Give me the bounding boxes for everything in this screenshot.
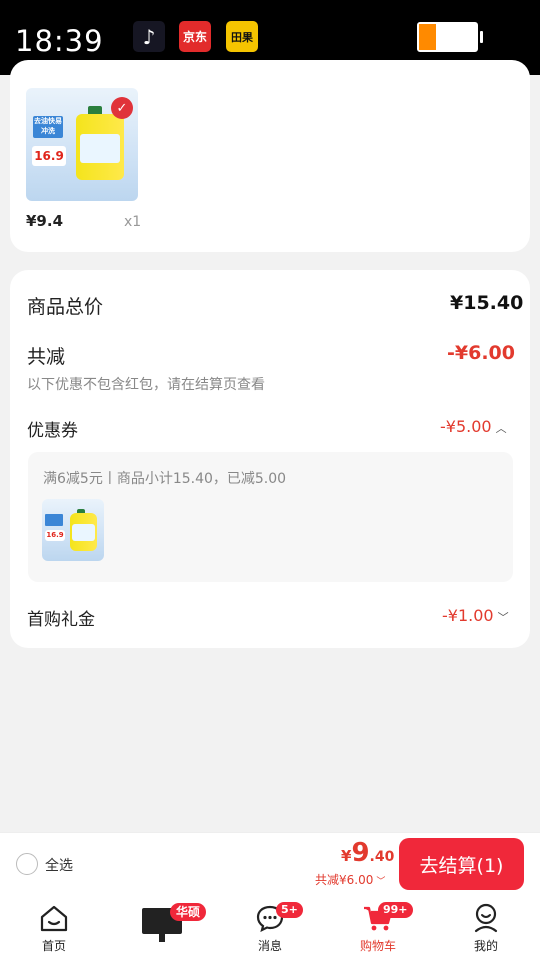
discount-label: 共减 [27,346,66,368]
status-time: 18:39 [15,24,104,58]
battery-level [419,24,437,50]
coupon-product-image: 16.9 [42,499,104,561]
jd-icon: 京东 [179,21,211,52]
product-image-tag: 去油快易冲洗 [33,116,63,138]
discount-note: 以下优惠不包含红包，请在结算页查看 [27,377,265,393]
selected-check-icon[interactable]: ✓ [111,97,133,119]
item-quantity: x1 [124,214,142,230]
currency-symbol: ¥ [341,847,352,865]
chevron-up-icon: ︿ [495,422,507,435]
tab-home-label: 首页 [41,939,66,953]
tab-cart-label: 购物车 [359,939,396,953]
user-icon [471,901,501,935]
discount-value: -¥6.00 [447,342,515,364]
coupon-value: -¥5.00 [440,417,492,436]
select-all-label[interactable]: 全选 [45,855,73,875]
checkout-discount: 共减¥6.00 [315,873,374,887]
select-all-checkbox[interactable] [16,853,38,875]
total-label: 商品总价 [27,296,104,318]
promo-badge: 华硕 [170,903,207,921]
product-image-price: 16.9 [32,146,66,166]
jd-icon-label: 京东 [182,30,207,44]
tiktok-icon: ♪ [133,21,165,52]
first-purchase-label: 首购礼金 [27,610,95,630]
first-purchase-toggle[interactable]: -¥1.00 ﹀ [442,606,509,625]
checkout-total-price: ¥9.40 [341,838,394,868]
chevron-down-icon: ﹀ [376,877,386,887]
messages-badge: 5+ [276,902,303,918]
meituan-icon: 田果 [226,21,258,52]
cart-badge: 99+ [378,902,413,918]
total-value: ¥15.40 [450,292,524,314]
tab-me-label: 我的 [473,939,498,953]
checkout-button[interactable]: 去结算(1) [399,838,524,890]
coupon-label: 优惠券 [27,421,78,441]
price-decimal: .40 [369,849,395,865]
price-integer: 9 [351,838,370,868]
coupon-detail-text: 满6减5元丨商品小计15.40，已减5.00 [43,471,287,487]
tab-messages-label: 消息 [257,939,282,953]
home-icon [39,901,69,935]
tab-home[interactable]: 首页 [14,901,94,961]
chevron-down-icon: ﹀ [497,611,509,624]
coupon-product-price: 16.9 [45,530,65,541]
meituan-icon-label: 田果 [231,30,253,44]
battery-icon [417,22,478,52]
checkout-discount-toggle[interactable]: 共减¥6.00 ﹀ [315,871,385,888]
bottle-image [76,114,124,180]
battery-nub [480,31,483,43]
coupon-toggle[interactable]: -¥5.00 ︿ [440,417,507,436]
tab-me[interactable]: 我的 [446,901,526,961]
item-price: ¥9.4 [26,212,64,230]
first-purchase-value: -¥1.00 [442,606,494,625]
